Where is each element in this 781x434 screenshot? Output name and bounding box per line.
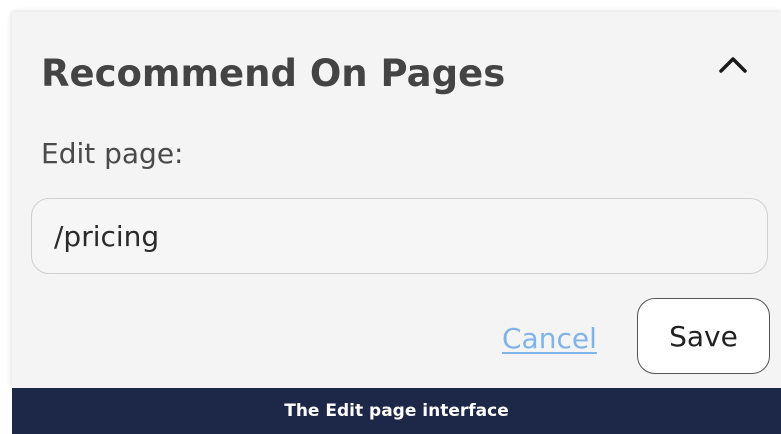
cancel-link[interactable]: Cancel	[502, 319, 597, 359]
collapse-button[interactable]	[709, 40, 757, 88]
save-button[interactable]: Save	[637, 298, 770, 374]
edit-page-input[interactable]	[31, 198, 768, 274]
recommend-on-pages-panel: Recommend On Pages Edit page: Cancel Sav…	[12, 12, 781, 388]
caption-bar: The Edit page interface	[12, 388, 781, 434]
edit-page-label: Edit page:	[41, 137, 184, 170]
panel-title: Recommend On Pages	[41, 52, 506, 95]
screenshot-stage: Recommend On Pages Edit page: Cancel Sav…	[0, 0, 781, 434]
chevron-up-icon	[719, 57, 747, 73]
caption-text: The Edit page interface	[284, 401, 509, 421]
